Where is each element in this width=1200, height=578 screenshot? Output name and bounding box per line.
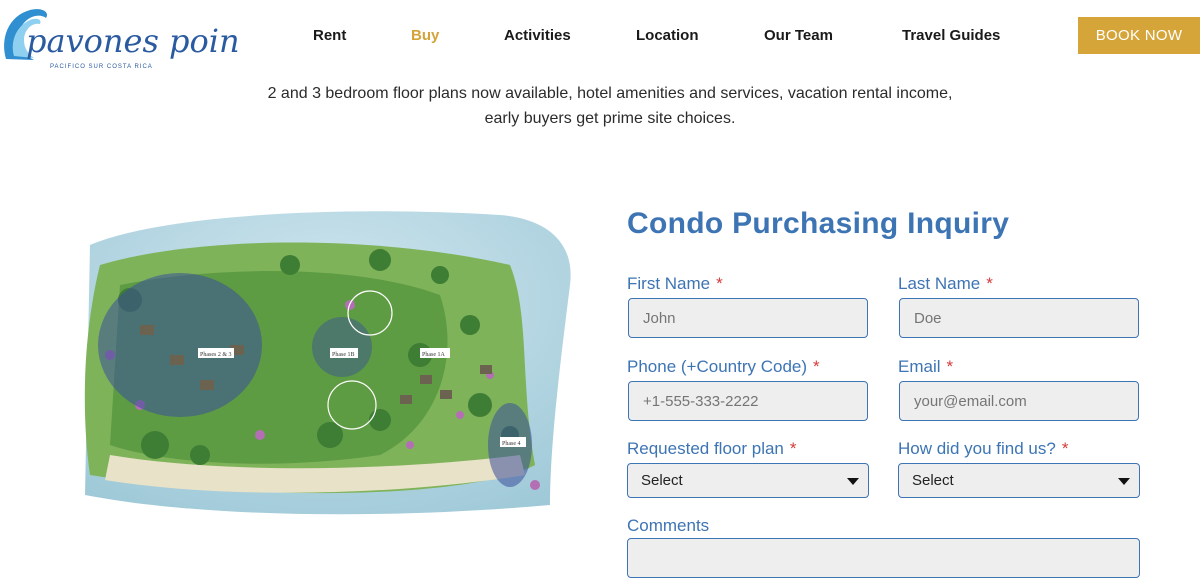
email-input[interactable] bbox=[899, 381, 1139, 421]
svg-text:Phases 2 & 3: Phases 2 & 3 bbox=[200, 352, 232, 358]
svg-text:Phase 1B: Phase 1B bbox=[332, 352, 355, 358]
last-name-label-text: Last Name bbox=[898, 274, 981, 293]
floor-plan-select-value: Select bbox=[641, 472, 683, 489]
email-label-text: Email bbox=[898, 357, 941, 376]
required-mark: * bbox=[1061, 439, 1069, 458]
pavones-point-logo[interactable]: pavones point PACIFICO SUR COSTA RICA bbox=[0, 4, 253, 70]
site-header: pavones point PACIFICO SUR COSTA RICA Re… bbox=[0, 0, 1200, 72]
required-mark: * bbox=[986, 274, 993, 293]
comments-label: Comments bbox=[627, 516, 710, 535]
find-us-label: How did you find us? * bbox=[898, 439, 1068, 459]
required-mark: * bbox=[789, 439, 797, 458]
caret-down-icon bbox=[1118, 478, 1130, 485]
nav-location[interactable]: Location bbox=[636, 27, 699, 44]
svg-text:pavones point: pavones point bbox=[26, 22, 240, 60]
nav-rent[interactable]: Rent bbox=[313, 27, 346, 44]
required-mark: * bbox=[813, 357, 820, 376]
svg-text:Phase 4: Phase 4 bbox=[502, 441, 521, 447]
caret-down-icon bbox=[847, 478, 859, 485]
find-us-select[interactable]: Select bbox=[898, 463, 1140, 498]
nav-buy[interactable]: Buy bbox=[411, 27, 439, 44]
intro-line-2: early buyers get prime site choices. bbox=[484, 110, 736, 127]
site-plan-map: Phases 2 & 3 Phase 1B Phase 1A Phase 4 bbox=[80, 205, 580, 525]
intro-line-1: 2 and 3 bedroom floor plans now availabl… bbox=[267, 85, 953, 102]
book-now-button[interactable]: BOOK NOW bbox=[1078, 17, 1200, 54]
floor-plan-label: Requested floor plan * bbox=[627, 439, 797, 459]
first-name-label: First Name * bbox=[627, 274, 723, 294]
nav-activities[interactable]: Activities bbox=[504, 27, 571, 44]
first-name-label-text: First Name bbox=[627, 274, 711, 293]
phone-label-text: Phone (+Country Code) bbox=[627, 357, 808, 376]
nav-travel-guides[interactable]: Travel Guides bbox=[902, 27, 1000, 44]
floor-plan-label-text: Requested floor plan bbox=[627, 439, 784, 458]
svg-text:Phase 1A: Phase 1A bbox=[422, 352, 445, 358]
first-name-input[interactable] bbox=[628, 298, 868, 338]
required-mark: * bbox=[716, 274, 723, 293]
svg-text:PACIFICO SUR COSTA RICA: PACIFICO SUR COSTA RICA bbox=[50, 64, 153, 70]
nav-our-team[interactable]: Our Team bbox=[764, 27, 833, 44]
phone-input[interactable] bbox=[628, 381, 868, 421]
last-name-label: Last Name * bbox=[898, 274, 993, 294]
form-title: Condo Purchasing Inquiry bbox=[627, 207, 1010, 240]
comments-textarea[interactable] bbox=[627, 538, 1140, 578]
required-mark: * bbox=[946, 357, 954, 376]
last-name-input[interactable] bbox=[899, 298, 1139, 338]
find-us-label-text: How did you find us? bbox=[898, 439, 1056, 458]
floor-plan-select[interactable]: Select bbox=[627, 463, 869, 498]
phone-label: Phone (+Country Code) * bbox=[627, 357, 820, 377]
find-us-select-value: Select bbox=[912, 472, 954, 489]
email-label: Email * bbox=[898, 357, 953, 377]
logo-wave-icon: pavones point PACIFICO SUR COSTA RICA bbox=[4, 9, 253, 70]
